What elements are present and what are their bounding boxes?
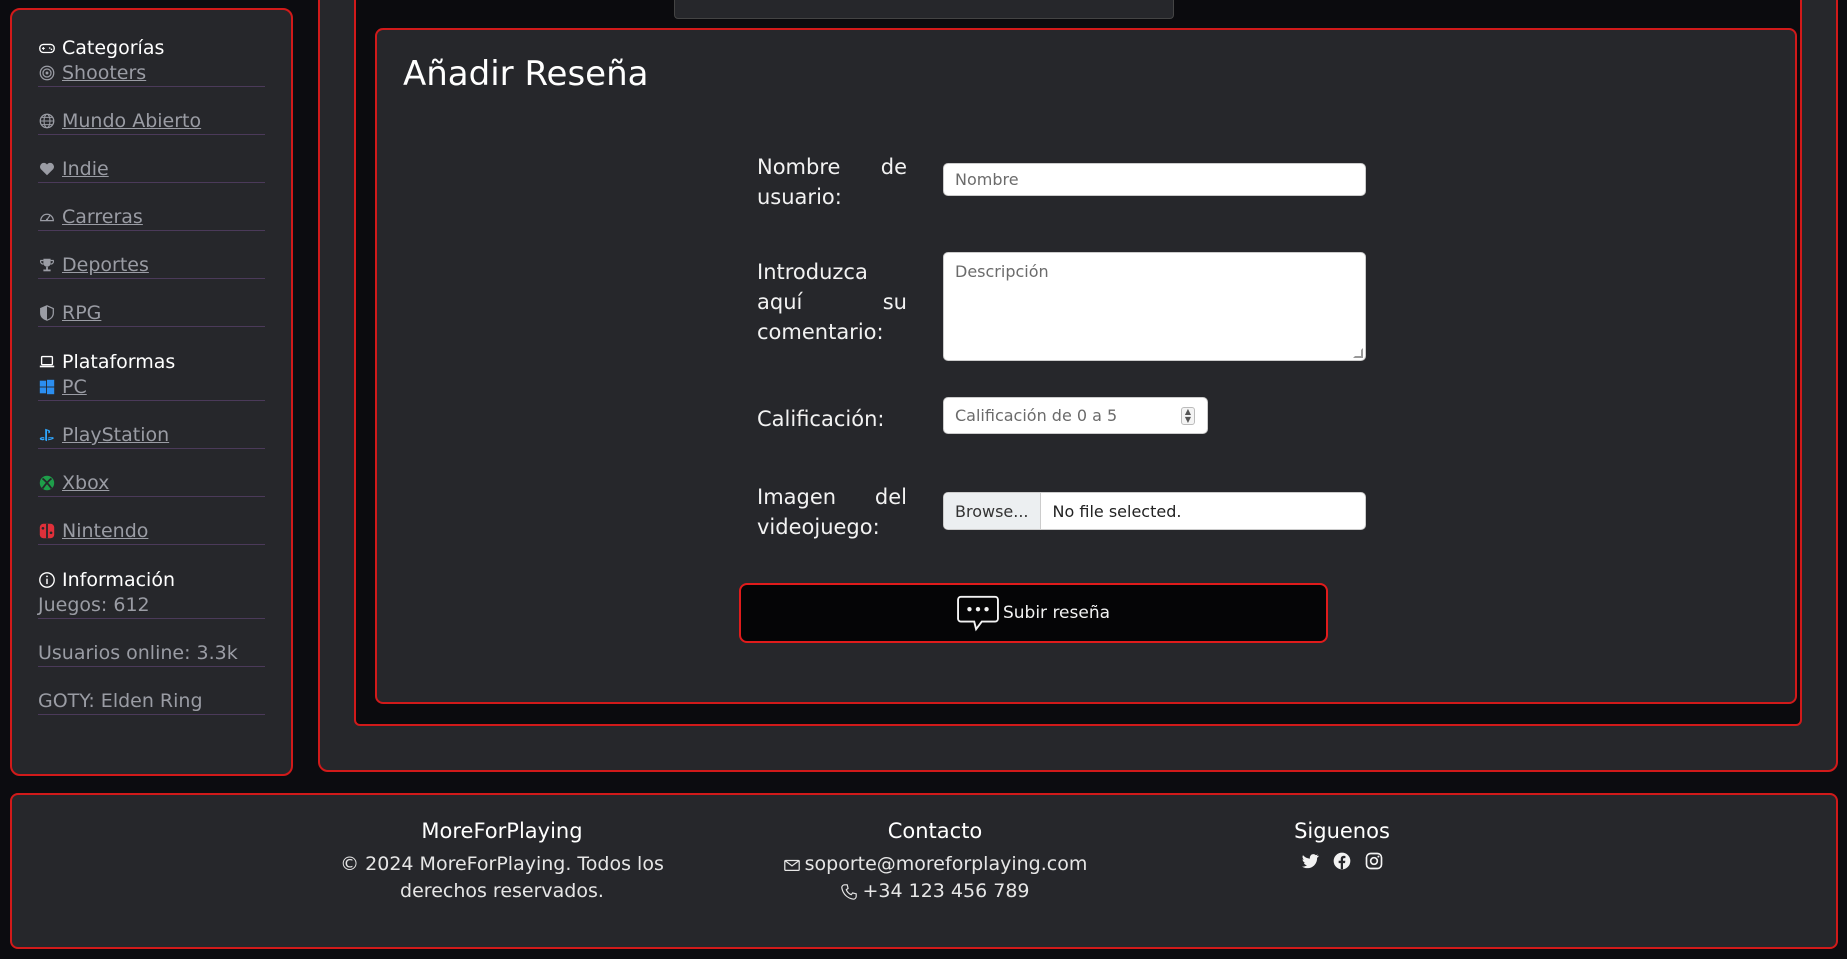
sidebar-item-shooters[interactable]: Shooters <box>38 62 265 87</box>
username-label: Nombre de usuario: <box>757 155 907 209</box>
submit-review-button[interactable]: Subir reseña <box>739 583 1328 643</box>
sidebar-item-deportes[interactable]: Deportes <box>38 254 265 279</box>
sidebar-item-label: Carreras <box>62 206 143 228</box>
info-users-online: Usuarios online: 3.3k <box>38 642 265 667</box>
phone-icon <box>840 883 858 901</box>
info-heading: Información <box>38 568 265 592</box>
footer: MoreForPlaying © 2024 MoreForPlaying. To… <box>10 793 1838 949</box>
image-label: Imagen del videojuego: <box>757 485 907 539</box>
info-games-count: Juegos: 612 <box>38 594 265 619</box>
speedometer-icon <box>38 208 56 226</box>
image-file-input[interactable]: Browse... No file selected. <box>943 492 1366 530</box>
sidebar-item-mundo-abierto[interactable]: Mundo Abierto <box>38 110 265 135</box>
facebook-icon[interactable] <box>1332 851 1352 875</box>
chat-dots-icon <box>957 594 999 632</box>
sidebar: Categorías Shooters Mundo Abierto Indie … <box>10 8 293 776</box>
file-status: No file selected. <box>1052 501 1182 521</box>
sidebar-item-label: Deportes <box>62 254 149 276</box>
comment-label: Introduzca aquí su comentario: <box>757 260 907 344</box>
sidebar-item-rpg[interactable]: RPG <box>38 302 265 327</box>
envelope-icon <box>783 856 801 874</box>
footer-brand: MoreForPlaying © 2024 MoreForPlaying. To… <box>302 819 702 905</box>
sidebar-item-label: Indie <box>62 158 109 180</box>
footer-brand-title: MoreForPlaying <box>421 819 583 843</box>
categories-heading: Categorías <box>38 36 265 60</box>
previous-section-stub <box>674 0 1174 19</box>
footer-phone[interactable]: +34 123 456 789 <box>735 878 1135 905</box>
gamepad-icon <box>38 39 56 57</box>
sidebar-item-playstation[interactable]: PlayStation <box>38 424 265 449</box>
submit-review-label: Subir reseña <box>1002 603 1111 623</box>
heart-icon <box>38 160 56 178</box>
categories-heading-label: Categorías <box>62 37 165 59</box>
footer-contact-title: Contacto <box>887 819 983 843</box>
sidebar-item-label: Xbox <box>62 472 110 494</box>
info-icon <box>38 571 56 589</box>
comment-placeholder: Descripción <box>955 262 1049 281</box>
browse-button[interactable]: Browse... <box>944 493 1041 529</box>
rating-label: Calificación: <box>757 407 885 431</box>
twitter-icon[interactable] <box>1300 851 1320 875</box>
sidebar-item-carreras[interactable]: Carreras <box>38 206 265 231</box>
social-links <box>1242 851 1442 875</box>
platforms-heading: Plataformas <box>38 350 265 374</box>
trophy-icon <box>38 256 56 274</box>
sidebar-item-xbox[interactable]: Xbox <box>38 472 265 497</box>
footer-email[interactable]: soporte@moreforplaying.com <box>735 851 1135 878</box>
playstation-icon <box>38 426 56 444</box>
footer-copyright-line2: derechos reservados. <box>400 880 604 902</box>
rating-input[interactable]: Calificación de 0 a 5 ▲ ▼ <box>943 397 1208 434</box>
xbox-icon <box>38 474 56 492</box>
laptop-icon <box>38 353 56 371</box>
sidebar-item-pc[interactable]: PC <box>38 376 265 401</box>
sidebar-item-indie[interactable]: Indie <box>38 158 265 183</box>
comment-textarea[interactable]: Descripción <box>943 252 1366 361</box>
globe-icon <box>38 112 56 130</box>
resize-handle-icon[interactable] <box>1353 348 1363 358</box>
sidebar-item-label: Nintendo <box>62 520 149 542</box>
windows-icon <box>38 378 56 396</box>
number-spinner-icon[interactable]: ▲ ▼ <box>1181 407 1195 425</box>
footer-social: Siguenos <box>1242 819 1442 875</box>
page-title: Añadir Reseña <box>403 54 649 94</box>
footer-phone-text: +34 123 456 789 <box>862 880 1030 902</box>
username-placeholder: Nombre <box>955 170 1019 189</box>
target-icon <box>38 64 56 82</box>
sidebar-item-nintendo[interactable]: Nintendo <box>38 520 265 545</box>
nintendo-switch-icon <box>38 522 56 540</box>
platforms-heading-label: Plataformas <box>62 351 176 373</box>
sidebar-item-label: Shooters <box>62 62 147 84</box>
sidebar-item-label: PlayStation <box>62 424 170 446</box>
footer-email-text: soporte@moreforplaying.com <box>804 853 1088 875</box>
sidebar-item-label: Mundo Abierto <box>62 110 202 132</box>
footer-copyright-line1: © 2024 MoreForPlaying. Todos los <box>340 853 664 875</box>
info-heading-label: Información <box>62 569 175 591</box>
username-input[interactable]: Nombre <box>943 163 1366 196</box>
footer-social-title: Siguenos <box>1294 819 1390 843</box>
footer-contact: Contacto soporte@moreforplaying.com +34 … <box>735 819 1135 905</box>
rating-placeholder: Calificación de 0 a 5 <box>955 406 1118 425</box>
sidebar-item-label: PC <box>62 376 87 398</box>
add-review-card: Añadir Reseña Nombre de usuario: Nombre … <box>375 28 1797 704</box>
instagram-icon[interactable] <box>1364 851 1384 875</box>
shield-icon <box>38 304 56 322</box>
info-goty: GOTY: Elden Ring <box>38 690 265 715</box>
sidebar-item-label: RPG <box>62 302 102 324</box>
